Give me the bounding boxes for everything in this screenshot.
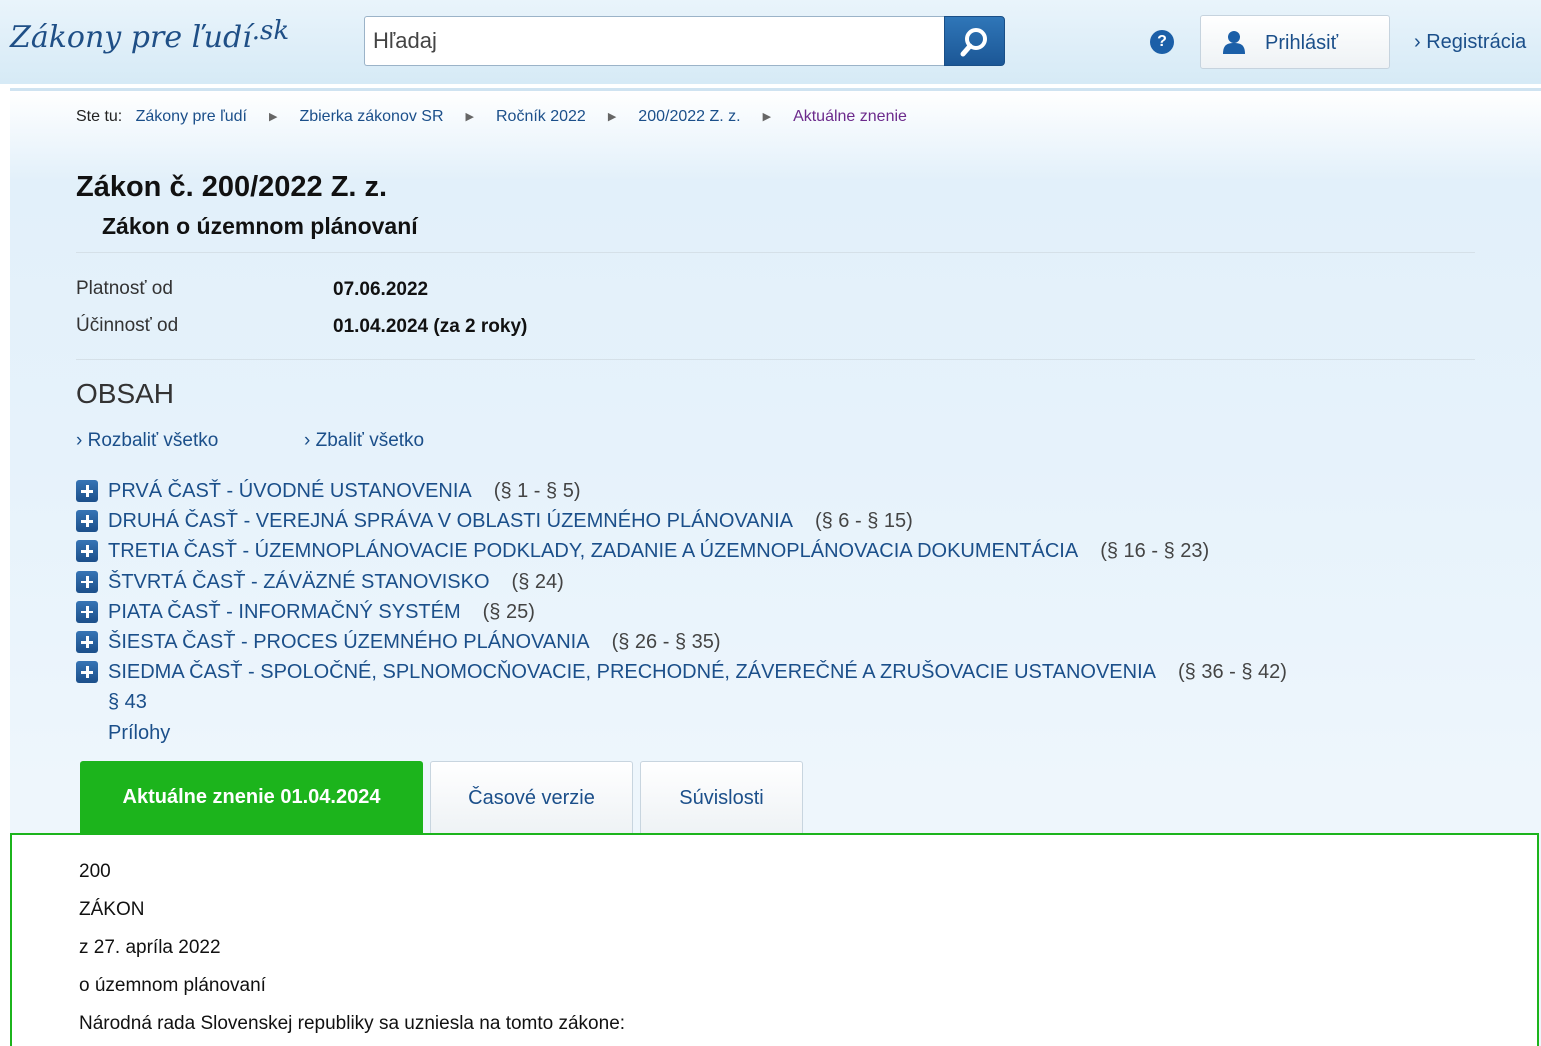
toc-item-range: (§ 36 - § 42) xyxy=(1177,661,1287,684)
toc-item: Prílohy xyxy=(76,718,1287,748)
law-preamble: Národná rada Slovenskej republiky sa uzn… xyxy=(79,1013,626,1034)
toc-item-link[interactable]: TRETIA ČASŤ - ÚZEMNOPLÁNOVACIE PODKLADY,… xyxy=(108,538,1078,564)
toc-item: TRETIA ČASŤ - ÚZEMNOPLÁNOVACIE PODKLADY,… xyxy=(76,536,1287,566)
help-icon[interactable]: ? xyxy=(1150,30,1174,54)
toc-item: PIATA ČASŤ - INFORMAČNÝ SYSTÉM (§ 25) xyxy=(76,597,1287,627)
breadcrumb-item-home[interactable]: Zákony pre ľudí xyxy=(136,108,247,125)
effectiveness-value: 01.04.2024 (za 2 roky) xyxy=(333,316,528,337)
toc-item-link[interactable]: ŠTVRTÁ ČASŤ - ZÁVÄZNÉ STANOVISKO xyxy=(108,569,490,595)
breadcrumb: Ste tu: Zákony pre ľudí ▶ Zbierka zákonov … xyxy=(76,108,907,126)
toc-title: OBSAH xyxy=(76,378,175,409)
logo-tld: .sk xyxy=(251,16,290,46)
breadcrumb-separator-icon: ▶ xyxy=(465,111,474,123)
toc-item-range: (§ 16 - § 23) xyxy=(1100,540,1210,563)
search-icon xyxy=(960,28,987,57)
user-icon xyxy=(1223,31,1245,54)
expand-plus-icon[interactable] xyxy=(76,661,98,684)
expand-plus-icon[interactable] xyxy=(76,570,98,593)
toc-list: PRVÁ ČASŤ - ÚVODNÉ USTANOVENIA (§ 1 - § … xyxy=(76,476,1287,748)
tab-time-versions[interactable]: Časové verzie xyxy=(430,761,633,834)
expand-plus-icon[interactable] xyxy=(76,510,98,533)
toc-item: ŠIESTA ČASŤ - PROCES ÚZEMNÉHO PLÁNOVANIA… xyxy=(76,627,1287,657)
law-subject: o územnom plánovaní xyxy=(79,975,266,996)
login-button[interactable]: Prihlásiť xyxy=(1200,15,1390,69)
law-type: ZÁKON xyxy=(79,899,145,920)
logo-text: Zákony pre ľudí xyxy=(10,20,252,55)
toc-item-link[interactable]: DRUHÁ ČASŤ - VEREJNÁ SPRÁVA V OBLASTI ÚZ… xyxy=(108,508,793,534)
toc-item-range: (§ 6 - § 15) xyxy=(814,510,913,533)
collapse-all-link[interactable]: › Zbaliť všetko xyxy=(304,430,424,452)
expand-all-link[interactable]: › Rozbaliť všetko xyxy=(76,430,218,452)
breadcrumb-item-collection[interactable]: Zbierka zákonov SR xyxy=(299,108,443,125)
toc-item-range: (§ 25) xyxy=(482,600,535,623)
effectiveness-label: Účinnosť od xyxy=(76,315,179,336)
tab-current-version[interactable]: Aktuálne znenie 01.04.2024 xyxy=(80,761,423,834)
toc-item: ŠTVRTÁ ČASŤ - ZÁVÄZNÉ STANOVISKO (§ 24) xyxy=(76,567,1287,597)
breadcrumb-item-year[interactable]: Ročník 2022 xyxy=(496,108,586,125)
expand-plus-icon[interactable] xyxy=(76,631,98,654)
toc-item-range: (§ 26 - § 35) xyxy=(611,631,721,654)
search-input[interactable] xyxy=(364,16,946,66)
page-subtitle: Zákon o územnom plánovaní xyxy=(102,213,418,239)
site-logo[interactable]: Zákony pre ľudí.sk xyxy=(10,16,289,55)
main-panel: Ste tu: Zákony pre ľudí ▶ Zbierka zákonov … xyxy=(10,88,1541,1046)
divider xyxy=(76,359,1475,360)
law-number: 200 xyxy=(79,861,111,882)
breadcrumb-item-law[interactable]: 200/2022 Z. z. xyxy=(638,108,740,125)
expand-plus-icon[interactable] xyxy=(76,540,98,563)
toc-item: SIEDMA ČASŤ - SPOLOČNÉ, SPLNOMOCŇOVACIE,… xyxy=(76,657,1287,687)
toc-item-link[interactable]: PIATA ČASŤ - INFORMAČNÝ SYSTÉM xyxy=(108,599,461,625)
toc-item-link[interactable]: PRVÁ ČASŤ - ÚVODNÉ USTANOVENIA xyxy=(108,478,472,504)
toc-item: § 43 xyxy=(76,687,1287,717)
law-date: z 27. apríla 2022 xyxy=(79,937,221,958)
toc-item-section-43[interactable]: § 43 xyxy=(108,689,147,715)
validity-value: 07.06.2022 xyxy=(333,279,429,300)
toc-item: DRUHÁ ČASŤ - VEREJNÁ SPRÁVA V OBLASTI ÚZ… xyxy=(76,506,1287,536)
toc-item: PRVÁ ČASŤ - ÚVODNÉ USTANOVENIA (§ 1 - § … xyxy=(76,476,1287,506)
expand-plus-icon[interactable] xyxy=(76,480,98,503)
login-label: Prihlásiť xyxy=(1265,32,1339,54)
toc-item-link[interactable]: ŠIESTA ČASŤ - PROCES ÚZEMNÉHO PLÁNOVANIA xyxy=(108,629,590,655)
tab-relations[interactable]: Súvislosti xyxy=(640,761,803,834)
site-header: Zákony pre ľudí.sk ? Prihlásiť › Registr… xyxy=(0,0,1541,84)
breadcrumb-separator-icon: ▶ xyxy=(607,111,617,123)
toc-item-link[interactable]: SIEDMA ČASŤ - SPOLOČNÉ, SPLNOMOCŇOVACIE,… xyxy=(108,659,1156,685)
validity-label: Platnosť od xyxy=(76,278,173,299)
breadcrumb-separator-icon: ▶ xyxy=(762,111,772,123)
toc-item-range: (§ 24) xyxy=(511,570,564,593)
expand-plus-icon[interactable] xyxy=(76,600,98,623)
toc-item-attachments[interactable]: Prílohy xyxy=(108,720,170,746)
breadcrumb-current: Aktuálne znenie xyxy=(793,108,907,125)
divider xyxy=(76,252,1475,253)
law-text-panel: 200 ZÁKON z 27. apríla 2022 o územnom pl… xyxy=(10,833,1539,1046)
search-button[interactable] xyxy=(944,16,1005,66)
breadcrumb-prefix: Ste tu: xyxy=(76,108,123,125)
breadcrumb-separator-icon: ▶ xyxy=(268,111,278,123)
page-title: Zákon č. 200/2022 Z. z. xyxy=(76,171,388,203)
toc-item-range: (§ 1 - § 5) xyxy=(493,480,581,503)
register-link[interactable]: › Registrácia xyxy=(1414,31,1526,54)
